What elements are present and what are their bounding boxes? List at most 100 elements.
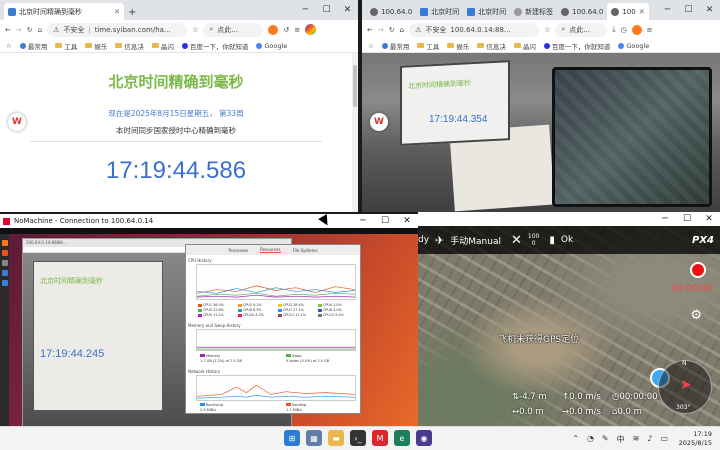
volume-icon[interactable]: ♪ (647, 434, 652, 445)
tab-processes[interactable]: Processes (228, 248, 248, 253)
camera-stream: 北京时间精确到毫秒 17:19:44.354 (362, 53, 720, 212)
wifi-icon[interactable]: ≋ (633, 434, 640, 445)
firefox-dock-icon[interactable] (1, 240, 8, 246)
minimize-icon[interactable]: ─ (295, 0, 316, 20)
maximize-icon[interactable]: ☐ (676, 212, 698, 226)
tab-file-systems[interactable]: File Systems (293, 248, 318, 253)
record-timer: 00:00:00 (671, 284, 712, 294)
battery-icon[interactable]: ▭ (660, 434, 668, 445)
vscode-dock-icon[interactable] (1, 270, 8, 276)
warning-icon: ⚠ (53, 25, 60, 34)
app-icon[interactable]: M (372, 430, 388, 446)
flight-mode[interactable]: 手动Manual (450, 234, 501, 247)
close-tab-icon[interactable]: ✕ (114, 8, 120, 16)
home-icon[interactable]: ⌂ (38, 26, 42, 34)
clock[interactable]: 17:19 2025/8/15 (679, 430, 712, 448)
search-box[interactable]: ⌕ 点此... (555, 22, 608, 37)
paint-icon[interactable]: ✎ (602, 434, 609, 445)
scrollbar[interactable] (352, 53, 358, 212)
bookmark-item[interactable]: 信息决 (115, 41, 144, 51)
bookmark-item[interactable]: 娱乐 (447, 41, 469, 51)
nomachine-titlebar: NoMachine - Connection to 100.64.0.14 ─ … (0, 214, 418, 228)
close-window-icon[interactable]: ✕ (698, 212, 720, 226)
bookmark-item[interactable]: 百度一下，你就知道 (181, 41, 248, 51)
file-explorer-icon[interactable]: ▬ (328, 430, 344, 446)
terminal-dock-icon[interactable] (1, 260, 8, 266)
reload-icon[interactable]: ↻ (27, 26, 33, 34)
network-icon[interactable]: ◔ (587, 434, 594, 445)
new-tab-icon[interactable]: + (124, 7, 140, 20)
edge-icon[interactable]: e (394, 430, 410, 446)
start-icon[interactable]: ⊞ (284, 430, 300, 446)
clock-date: 2025/8/15 (678, 439, 712, 447)
wps-icon[interactable]: W (370, 113, 388, 131)
forward-icon[interactable]: → (16, 26, 22, 34)
tab-item[interactable]: 100.64.0 (366, 3, 416, 20)
wps-icon[interactable]: W (8, 113, 26, 131)
menu-icon[interactable]: ≡ (294, 26, 300, 34)
menu-icon[interactable]: ≡ (647, 26, 653, 34)
bookmark-item[interactable]: 工具 (417, 41, 439, 51)
maximize-icon[interactable]: ☐ (374, 214, 396, 228)
terminal-icon[interactable]: ›_ (350, 430, 366, 446)
forward-icon[interactable]: → (378, 26, 384, 34)
reload-icon[interactable]: ↻ (389, 26, 395, 34)
bookmark-item[interactable]: 信息决 (477, 41, 506, 51)
star-icon[interactable]: ☆ (192, 26, 198, 34)
tab-beijing-time[interactable]: 北京时间精确到毫秒 ✕ (4, 3, 124, 20)
back-icon[interactable]: ← (367, 26, 373, 34)
cpu-history-title: CPU History (188, 258, 212, 263)
tab-item[interactable]: 新建标签 (510, 3, 557, 20)
maximize-icon[interactable]: ☐ (316, 0, 337, 20)
record-button[interactable] (690, 262, 706, 278)
ime-indicator[interactable]: 中 (617, 434, 625, 445)
maximize-icon[interactable]: ☐ (678, 0, 699, 20)
tab-item[interactable]: 100.64.0 (557, 3, 607, 20)
app2-icon[interactable]: ◉ (416, 430, 432, 446)
minimize-icon[interactable]: ─ (654, 212, 676, 226)
undo-icon[interactable]: ↺ (283, 26, 289, 34)
bookmark-item[interactable]: 最常用 (19, 41, 47, 51)
address-bar[interactable]: ⚠ 不安全 100.64.0.14:88... (409, 22, 540, 37)
bookmarks-bar: ☆ 最常用 工具 娱乐 信息决 晶闪 百度一下，你就知道 Google (0, 39, 358, 53)
bookmark-item[interactable]: Google (256, 42, 287, 50)
bookmark-star-icon[interactable]: ☆ (6, 42, 12, 50)
firefox-icon[interactable] (631, 24, 642, 35)
search-box[interactable]: ⌕ 点此... (203, 22, 264, 37)
star-icon[interactable]: ☆ (544, 26, 550, 34)
search-icon: ⌕ (209, 25, 214, 33)
bookmark-item[interactable]: 晶闪 (513, 41, 536, 51)
bookmark-item[interactable]: Google (618, 42, 649, 50)
close-window-icon[interactable]: ✕ (396, 214, 418, 228)
close-window-icon[interactable]: ✕ (699, 0, 720, 20)
bookmark-star-icon[interactable]: ☆ (368, 42, 374, 50)
network-graph (196, 375, 356, 401)
tab-item-active[interactable]: 100 ✕ (607, 3, 649, 20)
tab-resources[interactable]: Resources (260, 247, 281, 253)
bookmark-item[interactable]: 娱乐 (85, 41, 107, 51)
gear-icon[interactable]: ⚙ (690, 308, 702, 323)
bookmark-item[interactable]: 晶闪 (151, 41, 174, 51)
minimize-icon[interactable]: ─ (657, 0, 678, 20)
calculator-icon[interactable]: ▦ (306, 430, 322, 446)
history-icon[interactable]: ◷ (620, 26, 626, 34)
downloads-icon[interactable]: ⤓ (612, 25, 615, 34)
close-window-icon[interactable]: ✕ (337, 0, 358, 20)
bookmark-item[interactable]: 最常用 (381, 41, 409, 51)
minimize-icon[interactable]: ─ (352, 214, 374, 228)
page-icon (8, 7, 16, 16)
search-placeholder: 点此... (217, 25, 238, 34)
address-bar[interactable]: ⚠ 不安全 | time.syiban.com/ha... (47, 22, 188, 37)
app-dock-icon[interactable] (1, 280, 8, 286)
bookmark-item[interactable]: 工具 (55, 41, 77, 51)
tab-item[interactable]: 北京时间 (463, 3, 510, 20)
home-icon[interactable]: ⌂ (400, 26, 404, 34)
files-dock-icon[interactable] (1, 250, 8, 256)
divider (30, 141, 322, 142)
extension-icon[interactable] (305, 24, 317, 35)
tab-item[interactable]: 北京时间 (416, 3, 463, 20)
firefox-icon[interactable] (268, 24, 279, 35)
back-icon[interactable]: ← (5, 26, 11, 34)
bookmark-item[interactable]: 百度一下，你就知道 (543, 41, 610, 51)
chevron-up-icon[interactable]: ⌃ (572, 434, 579, 445)
